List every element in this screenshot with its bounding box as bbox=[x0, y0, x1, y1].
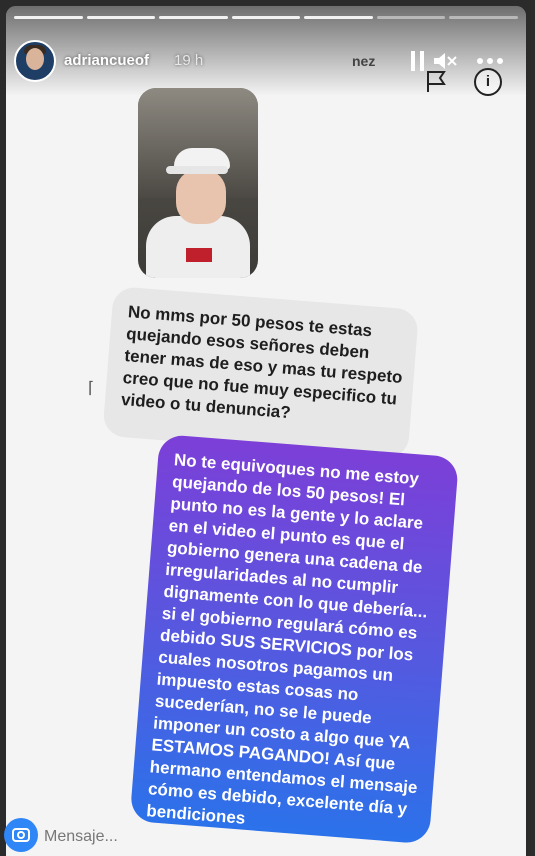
received-message-text: No mms por 50 pesos te estas quejando es… bbox=[120, 302, 404, 423]
story-progress bbox=[14, 16, 519, 19]
avatar[interactable] bbox=[14, 40, 56, 82]
story-viewer: adriancueof 19 h nez i No mms por 50 pes… bbox=[6, 6, 526, 856]
story-photo bbox=[138, 88, 258, 278]
camera-icon[interactable] bbox=[4, 818, 38, 852]
sent-message-bubble: No te equivoques no me estoy quejando de… bbox=[129, 434, 460, 845]
flag-icon[interactable] bbox=[424, 68, 450, 99]
overlay-text: nez bbox=[352, 53, 376, 69]
progress-segment bbox=[449, 16, 519, 19]
username[interactable]: adriancueof bbox=[64, 52, 149, 69]
sent-message-text: No te equivoques no me estoy quejando de… bbox=[145, 450, 429, 828]
received-message-bubble: No mms por 50 pesos te estas quejando es… bbox=[102, 286, 420, 460]
progress-segment bbox=[304, 16, 373, 19]
message-input[interactable]: Mensaje... bbox=[44, 828, 118, 846]
progress-segment bbox=[86, 16, 156, 19]
progress-segment bbox=[376, 16, 446, 19]
progress-segment bbox=[159, 16, 228, 19]
info-icon[interactable]: i bbox=[474, 68, 502, 96]
text-cursor-icon: ⌈ bbox=[88, 380, 95, 397]
progress-segment bbox=[14, 16, 83, 19]
progress-segment bbox=[231, 16, 301, 19]
time-ago: 19 h bbox=[174, 52, 204, 69]
